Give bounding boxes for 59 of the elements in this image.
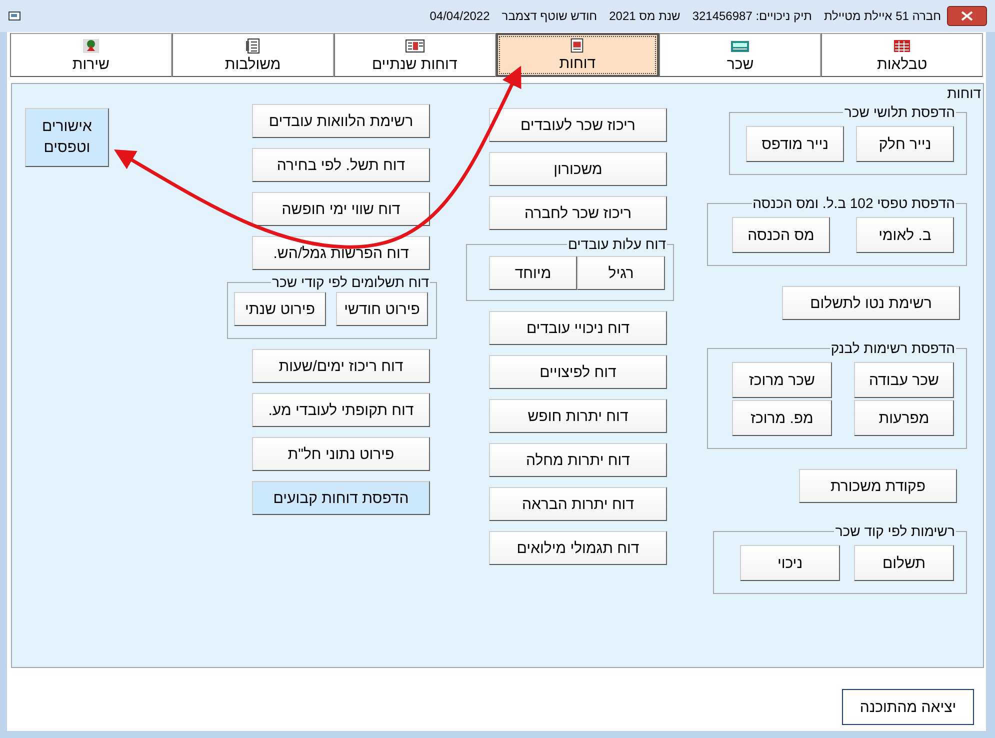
title-text: תיק ניכויים: 321456987 (692, 9, 812, 23)
app-icon (8, 10, 22, 22)
report-button[interactable]: מפרעות (854, 400, 954, 436)
report-button[interactable]: ב. לאומי (856, 217, 954, 253)
report-button[interactable]: דוח יתרות מחלה (489, 443, 667, 477)
report-button[interactable]: דוח תגמולי מילואים (489, 531, 667, 565)
report-button[interactable]: רשימת הלוואות עובדים (252, 104, 430, 138)
report-button[interactable]: רגיל (577, 256, 665, 290)
close-button[interactable] (947, 6, 987, 26)
report-button[interactable]: ריכוז שכר לחברה (489, 196, 667, 230)
report-button[interactable]: נייר מודפס (746, 126, 844, 162)
service-icon (80, 37, 101, 55)
report-button[interactable]: שכר מרוכז (732, 362, 832, 398)
table-icon (892, 37, 912, 55)
report-button[interactable]: מיוחד (489, 256, 577, 290)
tab[interactable]: דוחות (496, 33, 660, 77)
report-button[interactable]: הדפסת דוחות קבועים (252, 481, 430, 515)
report-button[interactable]: פקודת משכורת (799, 469, 957, 503)
tab[interactable]: דוחות שנתיים (334, 33, 496, 77)
report-button[interactable]: שכר עבודה (854, 362, 954, 398)
group-label: הדפסת טפסי 102 ב.ל. ומס הכנסה (752, 195, 956, 211)
report-button[interactable]: דוח לפיצויים (489, 355, 667, 389)
report-button[interactable]: משכורון (489, 152, 667, 186)
report-button[interactable]: ריכוז שכר לעובדים (489, 108, 667, 142)
report-button[interactable]: דוח יתרות הבראה (489, 487, 667, 521)
report-button[interactable]: דוח הפרשות גמל/הש. (252, 236, 430, 270)
group-label: הדפסת רשימות לבנק (830, 340, 956, 356)
tab[interactable]: טבלאות (821, 33, 983, 77)
report-button[interactable]: דוח יתרות חופש (489, 399, 667, 433)
report-button[interactable]: דוח ניכויי עובדים (489, 311, 667, 345)
report-button[interactable]: פירוט שנתי (234, 292, 326, 326)
group-label: רשימות לפי קוד שכר (834, 523, 956, 539)
title-text: חברה 51 איילת מטיילת (824, 9, 941, 23)
exit-button[interactable]: יציאה מהתוכנה (842, 689, 974, 725)
title-text: שנת מס 2021 (609, 9, 680, 23)
title-text: 04/04/2022 (430, 9, 490, 23)
calendar-icon (404, 37, 425, 55)
report-button[interactable]: פירוט חודשי (336, 292, 428, 326)
tab[interactable]: משולבות (172, 33, 334, 77)
report-button[interactable]: אישורים וטפסים (25, 108, 109, 167)
report-button[interactable]: מפ. מרוכז (732, 400, 832, 436)
report-button[interactable]: דוח תקופתי לעובדי מע. (252, 393, 430, 427)
report-button[interactable]: מס הכנסה (732, 217, 830, 253)
report-button[interactable]: פירוט נתוני חל"ת (252, 437, 430, 471)
tab[interactable]: שירות (10, 33, 172, 77)
report-button[interactable]: ניכוי (740, 545, 840, 581)
group-label: דוח תשלומים לפי קודי שכר (271, 274, 430, 290)
report-button[interactable]: תשלום (854, 545, 954, 581)
report-button[interactable]: דוח ריכוז ימים/שעות (252, 349, 430, 383)
close-icon (961, 11, 973, 21)
report-button[interactable]: רשימת נטו לתשלום (782, 286, 960, 320)
title-text: חודש שוטף דצמבר (502, 9, 598, 23)
group-label: דוח עלות עובדים (566, 236, 667, 252)
report-button[interactable]: דוח שווי ימי חופשה (252, 192, 430, 226)
report-button[interactable]: דוח תשל. לפי בחירה (252, 148, 430, 182)
tab[interactable]: שכר (659, 33, 822, 77)
report-button[interactable]: נייר חלק (856, 126, 954, 162)
panel-title: דוחות (947, 85, 981, 101)
group-label: הדפסת תלושי שכר (843, 104, 956, 120)
